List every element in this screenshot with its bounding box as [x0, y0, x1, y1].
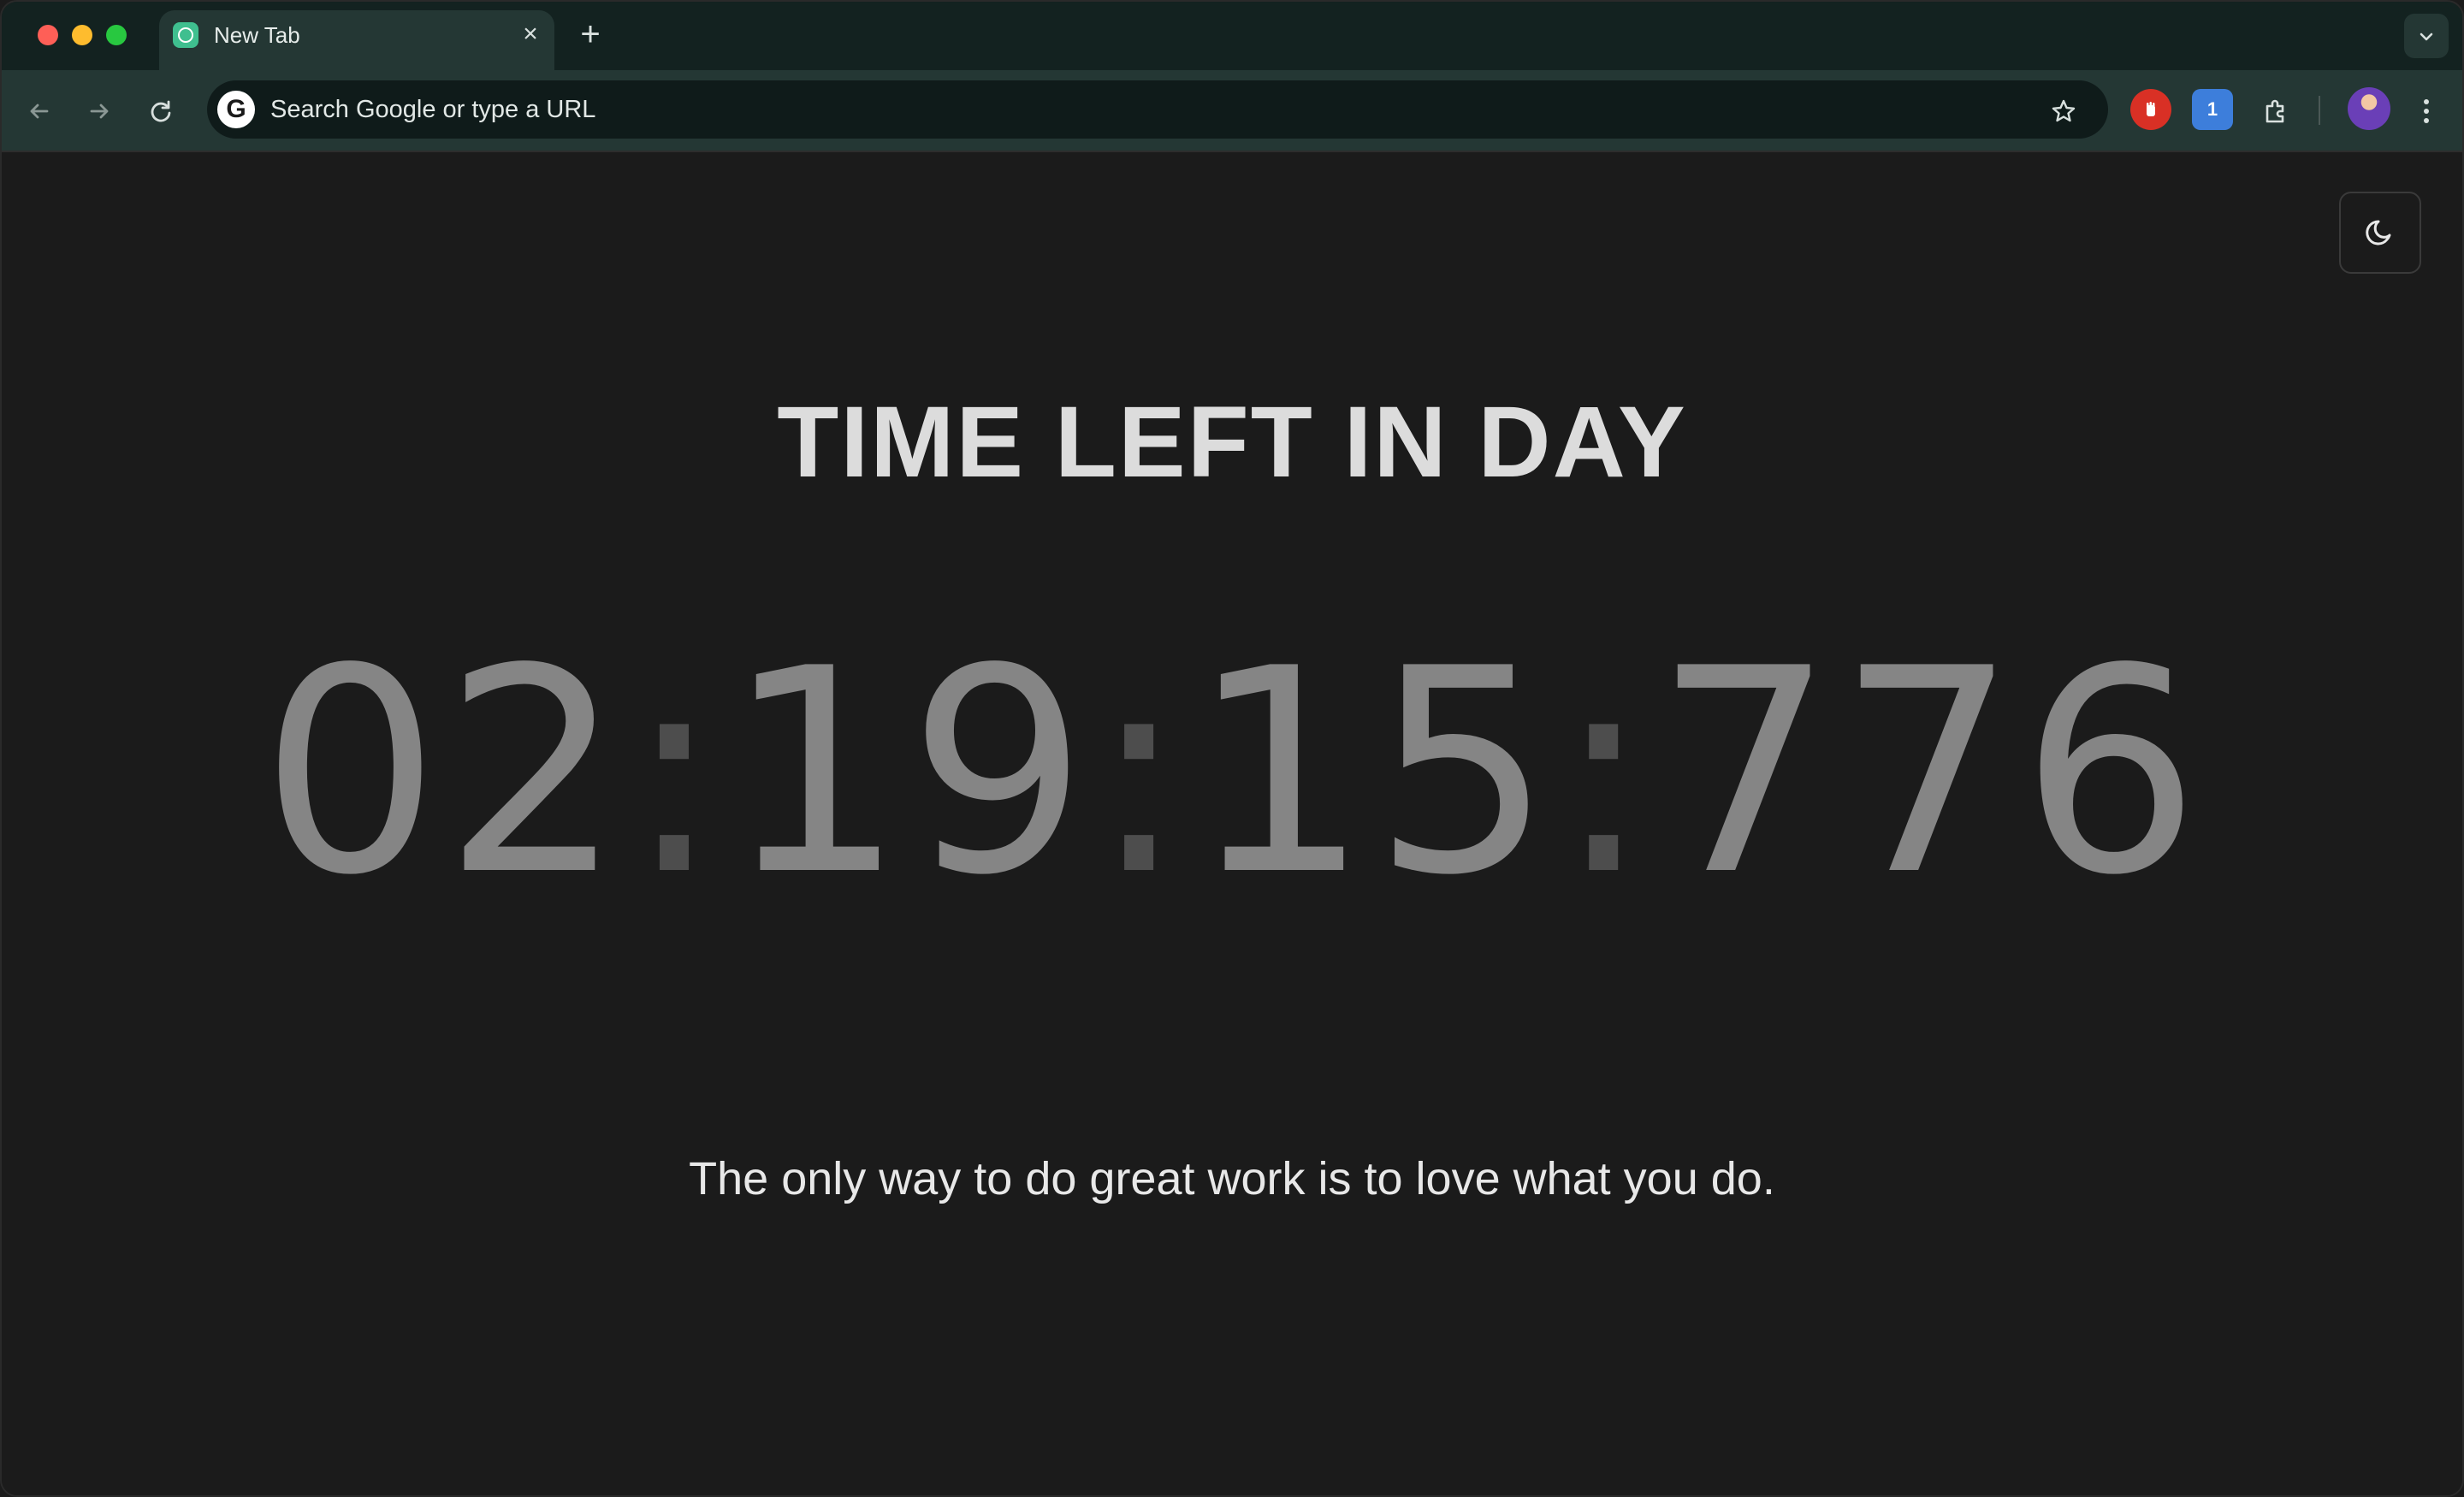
address-bar[interactable]: G Search Google or type a URL	[207, 80, 2108, 139]
address-bar-placeholder: Search Google or type a URL	[270, 96, 596, 123]
browser-toolbar: G Search Google or type a URL 1	[2, 70, 2462, 152]
chevron-down-icon	[2420, 33, 2433, 41]
more-vertical-icon	[2424, 99, 2429, 124]
tab-title: New Tab	[214, 22, 300, 48]
timer-colon: :	[1091, 608, 1190, 937]
back-button[interactable]	[21, 91, 58, 128]
moon-icon	[2366, 220, 2391, 246]
hand-icon	[2147, 102, 2155, 117]
arrow-left-icon	[30, 104, 49, 119]
timer-milliseconds: 776	[1654, 608, 2204, 937]
tab-new-tab[interactable]: New Tab ×	[159, 10, 554, 70]
forward-button[interactable]	[80, 91, 118, 128]
timer-minutes: 19	[725, 608, 1092, 937]
reload-button[interactable]	[142, 91, 180, 128]
new-tab-button[interactable]: +	[573, 17, 607, 51]
countdown-timer: 02:19:15:776	[2, 631, 2462, 914]
star-icon	[2052, 99, 2076, 122]
maximize-window-button[interactable]	[106, 25, 127, 45]
page-title: TIME LEFT IN DAY	[777, 386, 1687, 499]
timer-colon: :	[626, 608, 726, 937]
browser-window: New Tab × + G Search Google or type a UR…	[0, 0, 2464, 1497]
close-window-button[interactable]	[38, 25, 58, 45]
red-hand-extension-icon[interactable]	[2130, 89, 2171, 130]
tab-close-button[interactable]: ×	[515, 19, 546, 50]
bitwarden-extension-icon[interactable]: 1	[2192, 89, 2233, 130]
puzzle-icon	[2266, 99, 2284, 123]
clock-icon	[173, 22, 198, 48]
profile-avatar[interactable]	[2348, 87, 2390, 130]
toolbar-divider	[2319, 96, 2320, 125]
timer-colon: :	[1555, 608, 1655, 937]
reload-icon	[151, 100, 171, 122]
tab-strip: New Tab × +	[2, 2, 2462, 70]
puzzle-extensions-icon[interactable]	[2255, 89, 2296, 130]
google-g-icon: G	[217, 91, 255, 128]
timer-hours: 02	[260, 608, 627, 937]
timer-seconds: 15	[1189, 608, 1556, 937]
page-content: TIME LEFT IN DAY 02:19:15:776 The only w…	[2, 152, 2462, 1495]
motivational-quote: The only way to do great work is to love…	[689, 1153, 1775, 1204]
bookmark-star-button[interactable]	[2045, 91, 2082, 128]
arrow-right-icon	[90, 104, 109, 119]
minimize-window-button[interactable]	[72, 25, 92, 45]
browser-menu-button[interactable]	[2409, 89, 2443, 130]
theme-toggle-button[interactable]	[2339, 192, 2421, 274]
tab-search-button[interactable]	[2404, 14, 2449, 58]
